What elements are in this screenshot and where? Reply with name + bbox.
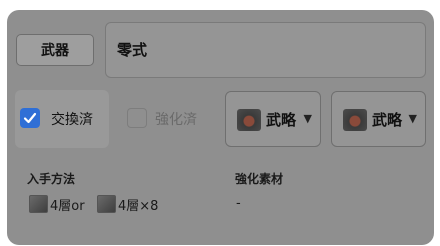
upgraded-checkbox[interactable] [127, 108, 147, 128]
item-name-text: 零式 [117, 41, 148, 59]
exchanged-checkbox[interactable] [20, 108, 40, 128]
weapon-slot-button[interactable]: 武器 [16, 34, 94, 66]
stat-select-2-value: 武略 [372, 111, 403, 129]
stat-select-1-value: 武略 [266, 111, 297, 129]
stat-select-1[interactable]: 武略 ▼ [225, 91, 321, 147]
exchanged-label: 交換済 [51, 112, 93, 128]
item-icon [29, 195, 48, 213]
acquisition-label: 入手方法 [27, 172, 76, 186]
dropdown-arrow-icon: ▼ [408, 112, 417, 125]
acquisition-item-1: 4層or [50, 199, 85, 214]
materials-label: 強化素材 [235, 172, 284, 186]
strategy-icon [343, 109, 367, 131]
materials-value: - [236, 196, 241, 211]
item-icon [97, 195, 116, 213]
checkmark-icon [23, 112, 37, 124]
dropdown-arrow-icon: ▼ [303, 112, 312, 125]
stat-select-2[interactable]: 武略 ▼ [331, 91, 426, 147]
acquisition-item-2: 4層×8 [118, 199, 159, 214]
upgraded-label: 強化済 [155, 112, 197, 128]
item-name-field[interactable] [105, 22, 426, 78]
strategy-icon [237, 109, 261, 131]
